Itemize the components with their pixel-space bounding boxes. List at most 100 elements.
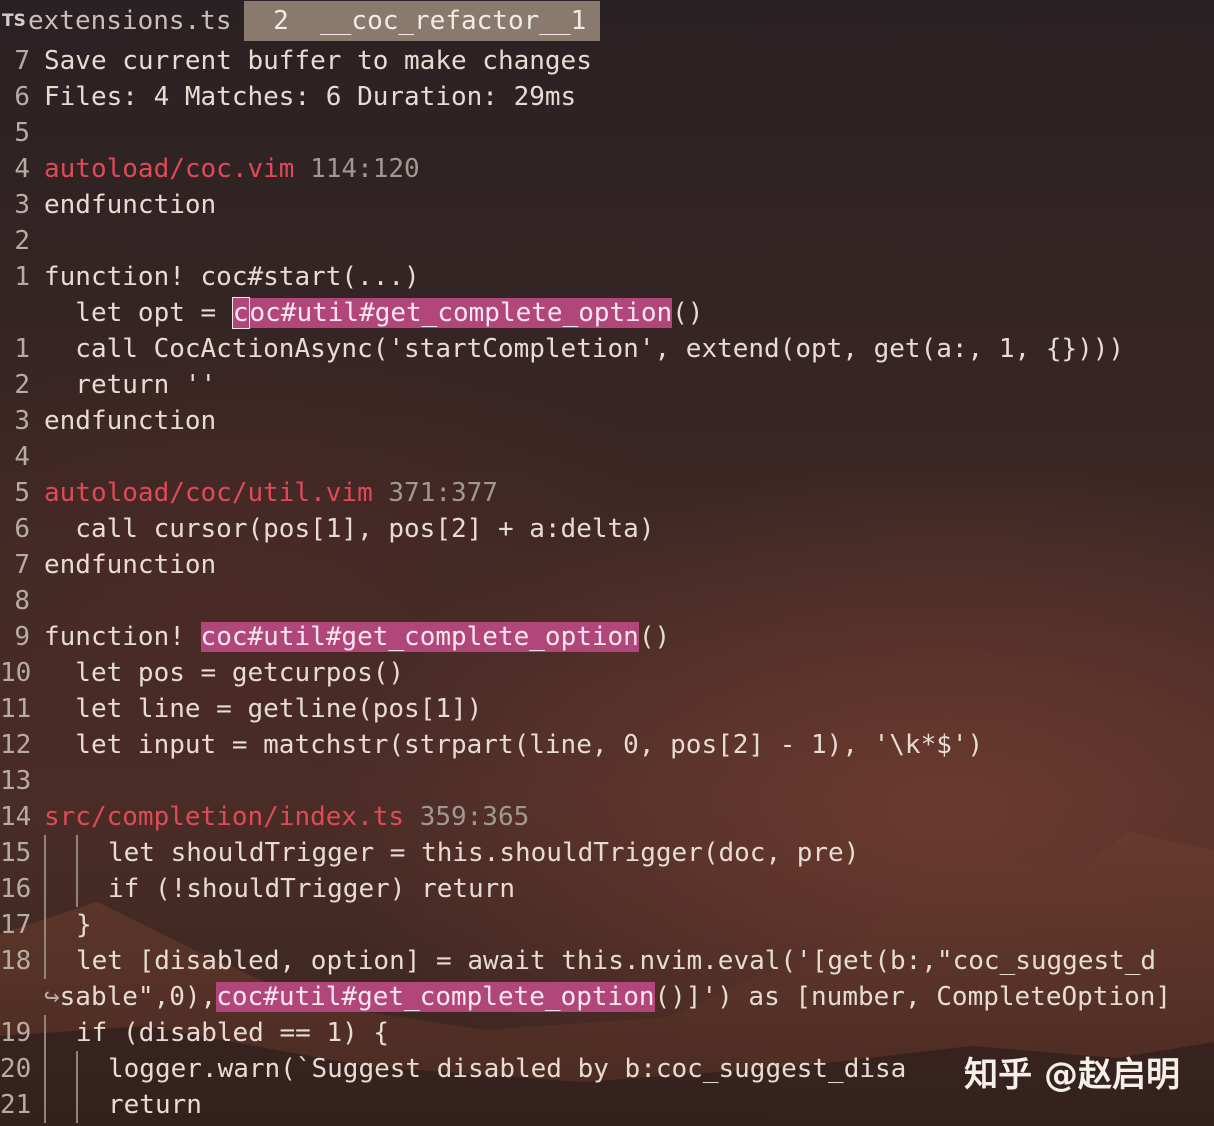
line-number: 2 bbox=[14, 370, 30, 400]
indent-guide bbox=[44, 1015, 76, 1051]
code-line: 1 call CocActionAsync('startCompletion',… bbox=[0, 331, 1214, 367]
match-highlight[interactable]: coc#util#get_complete_option bbox=[200, 622, 639, 652]
file-header: 4 autoload/coc.vim 114:120 bbox=[0, 151, 1214, 187]
line-range: 359:365 bbox=[419, 802, 530, 832]
code-line: 18 let [disabled, option] = await this.nv… bbox=[0, 943, 1214, 979]
code-text: endfunction bbox=[44, 190, 217, 220]
code-text: endfunction bbox=[44, 406, 217, 436]
code-line: 19 if (disabled == 1) { bbox=[0, 1015, 1214, 1051]
match-highlight[interactable]: coc#util#get_complete_option bbox=[216, 982, 655, 1012]
search-stats: Files: 4 Matches: 6 Duration: 29ms bbox=[44, 82, 577, 112]
indent-guide bbox=[76, 871, 108, 907]
line-number: 3 bbox=[14, 406, 30, 436]
info-text: Save current buffer to make changes bbox=[44, 46, 592, 76]
line-number: 7 bbox=[14, 46, 30, 76]
line-number: 21 bbox=[0, 1090, 32, 1120]
code-line: 2 return '' bbox=[0, 367, 1214, 403]
line-number: 1 bbox=[14, 334, 30, 364]
code-line: 6 call cursor(pos[1], pos[2] + a:delta) bbox=[0, 511, 1214, 547]
indent-guide bbox=[44, 835, 76, 871]
line-number: 4 bbox=[14, 442, 30, 472]
line-number: 10 bbox=[0, 658, 32, 688]
code-text: function! coc#start(...) bbox=[44, 262, 420, 292]
line-number: 6 bbox=[14, 82, 30, 112]
line-number: 9 bbox=[14, 622, 30, 652]
code-line: 7 endfunction bbox=[0, 547, 1214, 583]
code-text: call cursor(pos[1], pos[2] + a:delta) bbox=[44, 514, 655, 544]
line-number: 12 bbox=[0, 730, 32, 760]
code-line: let opt = coc#util#get_complete_option() bbox=[0, 295, 1214, 331]
line-number: 15 bbox=[0, 838, 32, 868]
buffer-line: 7 Save current buffer to make changes bbox=[0, 43, 1214, 79]
line-number: 13 bbox=[0, 766, 32, 796]
code-text: } bbox=[76, 910, 92, 940]
code-text: let opt = bbox=[44, 298, 232, 328]
line-number: 20 bbox=[0, 1054, 32, 1084]
code-text: () bbox=[638, 622, 671, 652]
buffer-line: 2 bbox=[0, 223, 1214, 259]
tab-extensions[interactable]: extensions.ts bbox=[28, 6, 244, 36]
indent-guide bbox=[44, 1051, 76, 1087]
code-line: 11 let line = getline(pos[1]) bbox=[0, 691, 1214, 727]
line-range: 371:377 bbox=[388, 478, 498, 508]
line-number: 18 bbox=[0, 946, 32, 976]
code-text: function! bbox=[44, 622, 201, 652]
code-line: 12 let input = matchstr(strpart(line, 0,… bbox=[0, 727, 1214, 763]
indent-guide bbox=[44, 1087, 76, 1123]
indent-guide bbox=[44, 907, 76, 943]
match-highlight[interactable]: oc#util#get_complete_option bbox=[249, 298, 673, 328]
line-number: 19 bbox=[0, 1018, 32, 1048]
wrapped-line: ↪sable",0),coc#util#get_complete_option(… bbox=[0, 979, 1214, 1015]
code-line: 16 if (!shouldTrigger) return bbox=[0, 871, 1214, 907]
code-text: let shouldTrigger = this.shouldTrigger(d… bbox=[108, 838, 860, 868]
indent-guide bbox=[44, 871, 76, 907]
code-line: 3 endfunction bbox=[0, 403, 1214, 439]
file-header: 14 src/completion/index.ts 359:365 bbox=[0, 799, 1214, 835]
code-text: let pos = getcurpos() bbox=[44, 658, 405, 688]
buffer-line: 8 bbox=[0, 583, 1214, 619]
refactor-buffer[interactable]: 7 Save current buffer to make changes 6 Fi… bbox=[0, 43, 1214, 1123]
line-number: 5 bbox=[14, 478, 30, 508]
tab-coc-refactor[interactable]: 2 __coc_refactor__1 bbox=[243, 1, 601, 41]
code-line: 17} bbox=[0, 907, 1214, 943]
tabline: TS extensions.ts 2 __coc_refactor__1 bbox=[0, 0, 1214, 42]
code-text: ()]') as [number, CompleteOption] bbox=[654, 982, 1172, 1012]
buffer-line: 4 bbox=[0, 439, 1214, 475]
code-text: let [disabled, option] = await this.nvim… bbox=[76, 946, 1157, 976]
code-line: 3 endfunction bbox=[0, 187, 1214, 223]
file-path-link[interactable]: src/completion/index.ts bbox=[44, 802, 404, 832]
line-number: 6 bbox=[14, 514, 30, 544]
line-number bbox=[0, 295, 30, 331]
line-number: 8 bbox=[14, 586, 30, 616]
line-number bbox=[0, 979, 30, 1015]
typescript-icon: TS bbox=[2, 11, 26, 31]
code-line: 9 function! coc#util#get_complete_option(… bbox=[0, 619, 1214, 655]
zhihu-watermark: 知乎 @赵启明 bbox=[964, 1055, 1180, 1095]
indent-guide bbox=[76, 1051, 108, 1087]
buffer-line: 6 Files: 4 Matches: 6 Duration: 29ms bbox=[0, 79, 1214, 115]
code-text: logger.warn(`Suggest disabled by b:coc_s… bbox=[108, 1054, 907, 1084]
code-text: return '' bbox=[44, 370, 217, 400]
text-cursor: c bbox=[231, 297, 250, 329]
line-number: 5 bbox=[14, 118, 30, 148]
line-range: 114:120 bbox=[310, 154, 420, 184]
line-number: 4 bbox=[14, 154, 30, 184]
line-number: 7 bbox=[14, 550, 30, 580]
line-number: 1 bbox=[14, 262, 30, 292]
line-number: 3 bbox=[14, 190, 30, 220]
code-text: return bbox=[108, 1090, 202, 1120]
code-text: if (!shouldTrigger) return bbox=[108, 874, 515, 904]
code-text: if (disabled == 1) { bbox=[76, 1018, 390, 1048]
indent-guide bbox=[76, 1087, 108, 1123]
file-path-link[interactable]: autoload/coc.vim bbox=[44, 154, 294, 184]
code-line: 15 let shouldTrigger = this.shouldTrigger… bbox=[0, 835, 1214, 871]
file-header: 5 autoload/coc/util.vim 371:377 bbox=[0, 475, 1214, 511]
line-number: 17 bbox=[0, 910, 32, 940]
line-number: 16 bbox=[0, 874, 32, 904]
line-number: 2 bbox=[14, 226, 30, 256]
code-text: let line = getline(pos[1]) bbox=[44, 694, 483, 724]
file-path-link[interactable]: autoload/coc/util.vim bbox=[44, 478, 373, 508]
line-number: 11 bbox=[0, 694, 32, 724]
code-text: call CocActionAsync('startCompletion', e… bbox=[44, 334, 1125, 364]
wrap-arrow-icon: ↪ bbox=[44, 982, 60, 1012]
